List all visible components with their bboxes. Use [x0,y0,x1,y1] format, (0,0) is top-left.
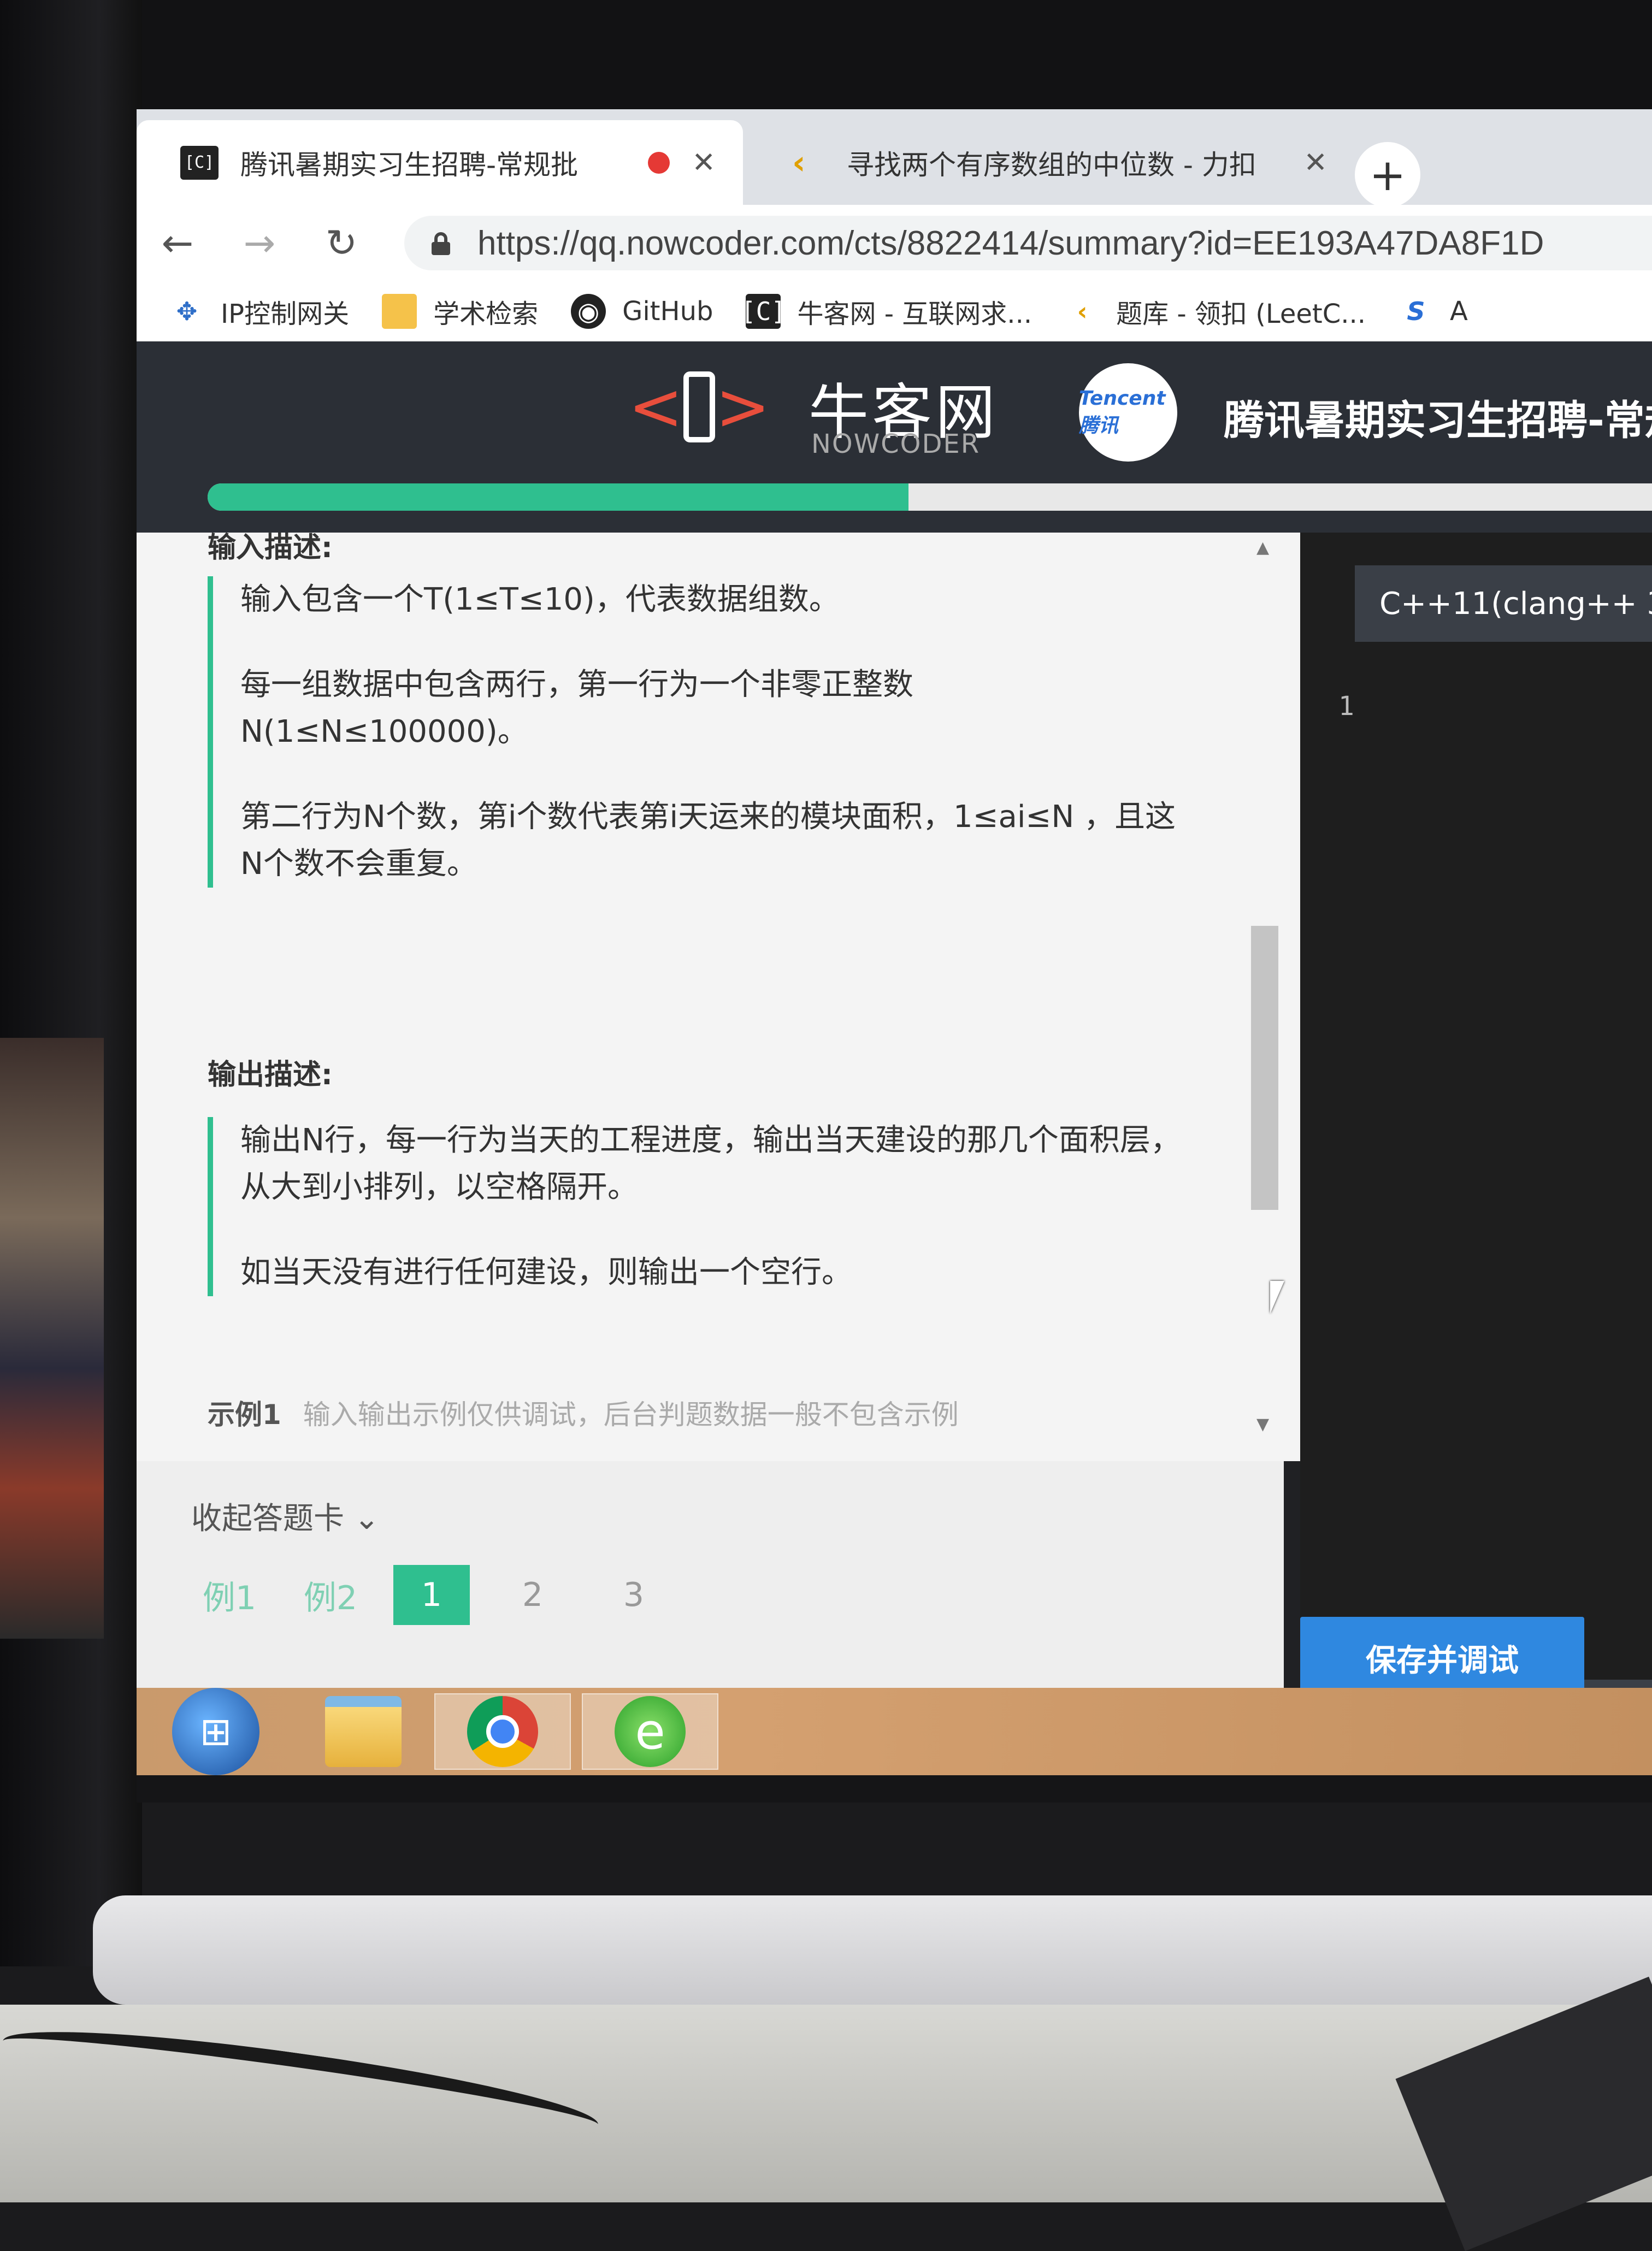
sample-label: 示例1 [208,1399,281,1431]
bookmark-label: A [1450,296,1468,327]
question-2-button[interactable]: 2 [494,1565,571,1625]
tab-bar: [C] 腾讯暑期实习生招聘-常规批 ✕ ‹ 寻找两个有序数组的中位数 - 力扣 … [137,109,1652,208]
address-bar[interactable]: https://qq.nowcoder.com/cts/8822414/summ… [404,216,1652,270]
start-button[interactable]: ⊞ [148,1688,284,1775]
line-number: 1 [1338,691,1354,722]
windows-taskbar: ⊞ e [137,1688,1652,1775]
input-para: 每一组数据中包含两行，第一行为一个非零正整数N(1≤N≤100000)。 [240,667,913,749]
exam-progress-bar [208,483,1652,511]
bookmark-academic-search[interactable]: 学术检索 [382,292,538,330]
bookmark-label: 题库 - 领扣 (LeetC... [1116,299,1366,329]
answer-card: 收起答题卡 ⌄ 例1 例2 1 2 3 [137,1461,1284,1688]
desk-books [0,1038,104,1639]
network-icon: ✥ [176,297,198,326]
example-1-button[interactable]: 例1 [191,1565,268,1625]
close-tab-icon[interactable]: ✕ [692,146,716,179]
nowcoder-icon: [C] [741,294,786,329]
scroll-down-icon[interactable]: ▼ [1256,1415,1269,1434]
bookmark-label: 学术检索 [433,299,539,329]
forward-arrow-icon[interactable]: → [219,221,300,265]
mouse-cursor-icon [1270,1281,1284,1314]
scroll-up-icon[interactable]: ▲ [1256,538,1269,557]
question-panel: 输入描述: 输入包含一个T(1≤T≤10)，代表数据组数。 每一组数据中包含两行… [137,533,1300,1461]
browser-toolbar: ← → ↻ https://qq.nowcoder.com/cts/882241… [137,205,1652,281]
file-explorer-icon [325,1696,402,1767]
exam-title: 腾讯暑期实习生招聘-常规批 [1224,397,1652,444]
bookmarks-bar: ✥ IP控制网关 学术检索 ◉ GitHub [C] 牛客网 - 互联网求...… [137,281,1652,342]
output-para: 如当天没有进行任何建设，则输出一个空行。 [240,1255,852,1290]
monitor-bezel-bottom [137,1775,1652,1803]
output-description: 输出N行，每一行为当天的工程进度，输出当天建设的那几个面积层，从大到小排列，以空… [208,1117,1196,1296]
question-1-button[interactable]: 1 [393,1565,470,1625]
question-navigator: 例1 例2 1 2 3 [191,1565,697,1625]
input-description: 输入包含一个T(1≤T≤10)，代表数据组数。 每一组数据中包含两行，第一行为一… [208,576,1196,888]
code-editor[interactable]: C++11(clang++ 3.9) 1 [1300,533,1652,1701]
bookmark-s[interactable]: S A [1399,294,1468,329]
s-icon: S [1407,297,1425,326]
tab-leetcode[interactable]: ‹ 寻找两个有序数组的中位数 - 力扣 ✕ [759,120,1355,205]
bookmark-github[interactable]: ◉ GitHub [571,294,713,329]
tab-title: 寻找两个有序数组的中位数 - 力扣 [847,149,1256,181]
progress-fill [208,483,908,511]
question-3-button[interactable]: 3 [595,1565,672,1625]
bookmark-label: IP控制网关 [221,299,350,329]
github-icon: ◉ [571,294,606,329]
bookmark-nowcoder[interactable]: [C] 牛客网 - 互联网求... [741,292,1032,330]
question-content: 输入描述: 输入包含一个T(1≤T≤10)，代表数据组数。 每一组数据中包含两行… [137,533,1262,1461]
taskbar-ie[interactable]: e [582,1693,718,1770]
url-text[interactable]: https://qq.nowcoder.com/cts/8822414/summ… [477,224,1544,263]
leetcode-favicon-icon: ‹ [792,143,806,182]
monitor-stand [93,1895,1652,2005]
chrome-icon [467,1696,538,1767]
scrollbar-thumb[interactable] [1251,926,1278,1210]
tab-tencent-exam[interactable]: [C] 腾讯暑期实习生招聘-常规批 ✕ [137,120,743,205]
nowcoder-logo-icon: < > [628,369,770,445]
tencent-logo: Tencent 腾讯 [1079,363,1177,462]
screen: [C] 腾讯暑期实习生招聘-常规批 ✕ ‹ 寻找两个有序数组的中位数 - 力扣 … [137,109,1652,1803]
bookmark-label: 牛客网 - 互联网求... [797,299,1032,329]
bookmark-ip-gateway[interactable]: ✥ IP控制网关 [169,292,349,330]
taskbar-chrome[interactable] [434,1693,571,1770]
save-and-debug-button[interactable]: 保存并调试 [1300,1617,1584,1699]
bookmark-leetcode[interactable]: ‹ 题库 - 领扣 (LeetC... [1065,292,1366,330]
ie-browser-icon: e [615,1696,686,1767]
site-header: <> 牛客网 NOWCODER Tencent 腾讯 腾讯暑期实习生招聘-常规批 [137,341,1652,467]
example-2-button[interactable]: 例2 [292,1565,369,1625]
tab-title: 腾讯暑期实习生招聘-常规批 [240,149,579,181]
input-para: 输入包含一个T(1≤T≤10)，代表数据组数。 [240,582,840,617]
progress-area [137,467,1652,533]
folder-icon [382,294,417,329]
leetcode-icon: ‹ [1077,297,1088,326]
collapse-answer-card-button[interactable]: 收起答题卡 ⌄ [191,1494,380,1538]
recording-indicator-icon [648,151,670,174]
input-para: 第二行为N个数，第i个数代表第i天运来的模块面积，1≤ai≤N ，且这N个数不会… [240,799,1176,882]
brand-subtitle: NOWCODER [811,429,981,459]
monitor-bezel-top [0,0,1652,120]
input-description-label: 输入描述: [208,533,333,564]
sample-header: 示例1 输入输出示例仅供调试，后台判题数据一般不包含示例 [208,1393,959,1432]
monitor-bezel-left [0,0,142,1966]
sample-note: 输入输出示例仅供调试，后台判题数据一般不包含示例 [303,1399,959,1431]
lock-icon [432,232,450,255]
taskbar-file-explorer[interactable] [295,1693,432,1770]
reload-icon[interactable]: ↻ [300,221,382,265]
close-tab-icon[interactable]: ✕ [1303,146,1328,179]
question-scrollbar[interactable]: ▲ ▼ [1251,533,1284,1461]
back-arrow-icon[interactable]: ← [137,221,219,265]
nowcoder-favicon-icon: [C] [180,145,219,180]
output-description-label: 输出描述: [208,1059,333,1091]
bookmark-label: GitHub [622,296,713,327]
new-tab-button[interactable]: + [1355,142,1420,208]
language-selector[interactable]: C++11(clang++ 3.9) [1355,565,1652,642]
start-orb-icon: ⊞ [172,1688,259,1775]
output-para: 输出N行，每一行为当天的工程进度，输出当天建设的那几个面积层，从大到小排列，以空… [240,1122,1181,1205]
